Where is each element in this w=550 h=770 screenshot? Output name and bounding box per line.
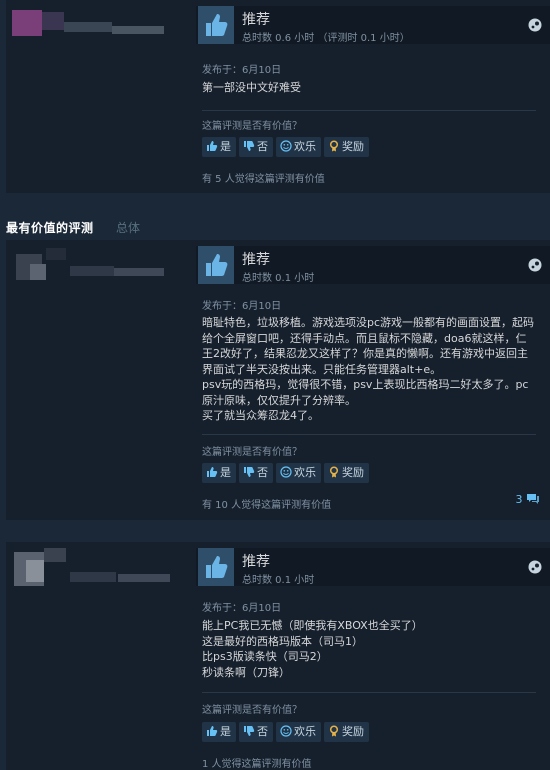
recommendation-label: 推荐 [242, 554, 270, 570]
recommendation-label: 推荐 [242, 12, 270, 28]
divider [202, 434, 536, 435]
smiley-icon [280, 140, 292, 152]
playtime-hours: 总时数 0.1 小时 [242, 273, 315, 284]
section-tab-overall[interactable]: 总体 [116, 219, 140, 236]
thumbs-up-icon [207, 467, 218, 477]
comments-link[interactable]: 3 [516, 493, 541, 506]
posted-date: 发布于：6月10日 [202, 603, 282, 614]
review-text: 能上PC我已无憾（即使我有XBOX也全买了） 这是最好的西格玛版本（司马1） 比… [202, 619, 423, 679]
thumbs-up-icon [198, 246, 234, 284]
reviewer-info-blurred [6, 240, 190, 520]
award-button[interactable]: 奖励 [324, 137, 369, 157]
review-card: 推荐 总时数 0.1 小时 发布于：6月10日 暗耻特色，垃圾移植。游戏选项没p… [6, 240, 550, 520]
thumbs-down-icon [244, 467, 255, 477]
award-button[interactable]: 奖励 [324, 463, 369, 483]
playtime-hours: 总时数 0.6 小时 （评测时 0.1 小时） [242, 33, 410, 44]
vote-buttons: 是否欢乐 奖励 [202, 137, 372, 157]
review-card: 推荐 总时数 0.6 小时 （评测时 0.1 小时） 发布于：6月10日 第一部… [6, 0, 550, 193]
recommendation-header[interactable]: 推荐 总时数 0.1 小时 [196, 548, 550, 586]
vote-funny-button[interactable]: 欢乐 [276, 463, 321, 483]
vote-no-button[interactable]: 否 [239, 722, 273, 742]
thumbs-up-icon [207, 141, 218, 151]
comment-icon [527, 494, 539, 504]
posted-date: 发布于：6月10日 [202, 301, 282, 312]
avatar [12, 10, 42, 36]
vote-buttons: 是否欢乐 奖励 [202, 722, 372, 742]
review-text: 暗耻特色，垃圾移植。游戏选项没pc游戏一般都有的画面设置，起码 给个全屏窗口吧，… [202, 316, 535, 422]
thumbs-down-icon [244, 726, 255, 736]
thumbs-down-icon [244, 141, 255, 151]
vote-yes-button[interactable]: 是 [202, 722, 236, 742]
divider [202, 692, 536, 693]
vote-funny-button[interactable]: 欢乐 [276, 137, 321, 157]
reviewer-info-blurred [6, 542, 190, 770]
review-card: 推荐 总时数 0.1 小时 发布于：6月10日 能上PC我已无憾（即使我有XBO… [6, 542, 550, 770]
thumbs-up-icon [198, 548, 234, 586]
vote-yes-button[interactable]: 是 [202, 463, 236, 483]
vote-buttons: 是否欢乐 奖励 [202, 463, 372, 483]
smiley-icon [280, 466, 292, 478]
thumbs-up-icon [207, 726, 218, 736]
helpful-question: 这篇评测是否有价值？ [202, 121, 302, 132]
reviewer-info-blurred [6, 0, 190, 193]
vote-no-button[interactable]: 否 [239, 137, 273, 157]
section-title: 最有价值的评测 [6, 221, 94, 235]
thumbs-up-icon [198, 6, 234, 44]
recommendation-header[interactable]: 推荐 总时数 0.1 小时 [196, 246, 550, 284]
helpful-question: 这篇评测是否有价值？ [202, 705, 302, 716]
award-icon [329, 466, 339, 478]
helpful-question: 这篇评测是否有价值？ [202, 447, 302, 458]
vote-no-button[interactable]: 否 [239, 463, 273, 483]
playtime-hours: 总时数 0.1 小时 [242, 575, 315, 586]
steam-icon [528, 560, 542, 574]
helpful-count: 有 10 人觉得这篇评测有价值 [202, 500, 332, 511]
divider [202, 110, 536, 111]
vote-yes-button[interactable]: 是 [202, 137, 236, 157]
steam-icon [528, 258, 542, 272]
helpful-count: 有 5 人觉得这篇评测有价值 [202, 174, 325, 185]
comment-count: 3 [515, 493, 523, 506]
helpful-count: 1 人觉得这篇评测有价值 [202, 759, 312, 770]
recommendation-header[interactable]: 推荐 总时数 0.6 小时 （评测时 0.1 小时） [196, 6, 550, 44]
recommendation-label: 推荐 [242, 252, 270, 268]
award-icon [329, 725, 339, 737]
award-icon [329, 140, 339, 152]
vote-funny-button[interactable]: 欢乐 [276, 722, 321, 742]
smiley-icon [280, 725, 292, 737]
review-text: 第一部没中文好难受 [202, 81, 301, 94]
posted-date: 发布于：6月10日 [202, 65, 282, 76]
steam-icon [528, 18, 542, 32]
award-button[interactable]: 奖励 [324, 722, 369, 742]
